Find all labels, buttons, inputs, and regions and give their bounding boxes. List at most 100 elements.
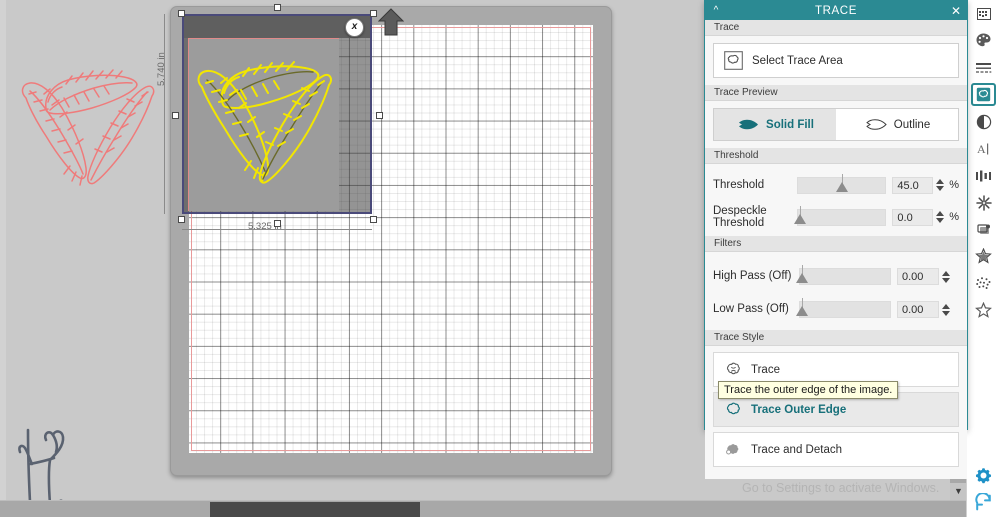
shadow-icon[interactable] (967, 216, 1000, 243)
collapse-chevron-up-icon[interactable]: ^ (705, 5, 727, 16)
trace-panel-header: ^ TRACE ✕ (705, 1, 967, 20)
section-body-threshold: Threshold 45.0 % Despeckle Threshold 0.0 (705, 164, 967, 236)
select-trace-area-label: Select Trace Area (752, 54, 843, 67)
outline-option[interactable]: Outline (836, 109, 958, 140)
trace-and-detach-icon (726, 444, 739, 455)
despeckle-spinner[interactable] (936, 211, 945, 223)
despeckle-slider-thumb[interactable] (793, 213, 806, 224)
trace-style-detach-label: Trace and Detach (751, 443, 842, 456)
resize-handle-sw[interactable] (178, 216, 185, 223)
high-pass-value[interactable]: 0.00 (897, 268, 939, 285)
image-pixel-icon[interactable] (967, 0, 1000, 27)
despeckle-threshold-slider[interactable] (793, 205, 887, 226)
section-header-trace-style: Trace Style (705, 330, 967, 346)
horizontal-scrollbar[interactable] (0, 500, 967, 517)
resize-handle-w[interactable] (172, 112, 179, 119)
despeckle-threshold-row: Despeckle Threshold 0.0 % (713, 202, 959, 232)
trace-icon[interactable] (967, 81, 1000, 108)
watermark-subtitle: Go to Settings to activate Windows. (742, 481, 940, 495)
high-pass-spinner-up[interactable] (942, 270, 950, 276)
trace-panel[interactable]: ^ TRACE ✕ Trace Select Trace Area Trace … (704, 0, 968, 479)
selection-height-label: 5.740 in (156, 52, 167, 86)
low-pass-slider[interactable] (796, 298, 891, 318)
star-outline-icon[interactable] (967, 297, 1000, 324)
despeckle-spinner-down[interactable] (936, 218, 945, 223)
threshold-spinner-up[interactable] (936, 179, 945, 184)
high-pass-slider[interactable] (796, 265, 891, 285)
trace-outer-edge-icon (726, 402, 740, 415)
threshold-value[interactable]: 45.0 (892, 176, 934, 194)
select-trace-area-button[interactable]: Select Trace Area (713, 43, 959, 78)
horizontal-scrollbar-thumb[interactable] (210, 502, 420, 517)
h-heart-doodle[interactable] (8, 412, 98, 512)
low-pass-spinner[interactable] (942, 303, 951, 316)
low-pass-slider-thumb[interactable] (796, 306, 808, 316)
align-icon[interactable] (967, 162, 1000, 189)
resize-handle-se[interactable] (370, 216, 377, 223)
contrast-icon[interactable] (967, 108, 1000, 135)
tooltip: Trace the outer edge of the image. (718, 381, 899, 399)
resize-handle-nw[interactable] (178, 10, 185, 17)
low-pass-row: Low Pass (Off) 0.00 (713, 295, 959, 324)
svg-text:A: A (977, 142, 986, 156)
effects-icon[interactable] (967, 189, 1000, 216)
despeckle-spinner-up[interactable] (936, 211, 945, 216)
resize-handle-e[interactable] (376, 112, 383, 119)
section-header-threshold: Threshold (705, 148, 967, 164)
right-tool-rail[interactable]: A (966, 0, 1000, 517)
threshold-label: Threshold (713, 178, 765, 191)
high-pass-spinner-down[interactable] (942, 277, 950, 283)
trace-style-detach-button[interactable]: Trace and Detach (713, 432, 959, 467)
color-palette-icon[interactable] (967, 27, 1000, 54)
despeckle-threshold-label: Despeckle Threshold (713, 204, 767, 230)
resize-handle-n[interactable] (274, 4, 281, 11)
trace-area-icon (724, 51, 743, 70)
section-body-trace-style: Trace Trace Outer Edge Trace and Detach (705, 346, 967, 479)
fish-outline-icon (865, 119, 887, 130)
sparkle-dots-icon[interactable] (967, 270, 1000, 297)
threshold-slider-thumb[interactable] (835, 181, 848, 192)
resize-handle-s[interactable] (274, 220, 281, 227)
solid-fill-label: Solid Fill (766, 118, 814, 131)
section-header-trace: Trace (705, 20, 967, 36)
settings-gear-icon[interactable] (967, 462, 1000, 489)
trace-style-icon (726, 362, 740, 375)
high-pass-label: High Pass (Off) (713, 270, 792, 283)
solid-fill-option[interactable]: Solid Fill (714, 109, 836, 140)
despeckle-threshold-value[interactable]: 0.0 (892, 208, 934, 226)
close-trace-selection-button[interactable]: x (345, 18, 364, 37)
text-style-icon[interactable]: A (967, 135, 1000, 162)
line-style-icon[interactable] (967, 54, 1000, 81)
threshold-spinner-down[interactable] (936, 186, 945, 191)
despeckle-threshold-unit: % (949, 211, 959, 223)
low-pass-spinner-up[interactable] (942, 303, 950, 309)
trace-selection-titlebar[interactable] (184, 16, 370, 38)
close-icon[interactable]: ✕ (945, 4, 967, 18)
threshold-slider[interactable] (796, 173, 887, 194)
trace-style-outer-edge-label: Trace Outer Edge (751, 403, 847, 416)
threshold-spinner[interactable] (936, 179, 945, 191)
low-pass-spinner-down[interactable] (942, 310, 950, 316)
outline-label: Outline (893, 118, 931, 131)
fish-solid-icon (739, 119, 759, 130)
trace-preview-image (188, 38, 339, 211)
trace-style-trace-label: Trace (751, 363, 780, 376)
low-pass-value[interactable]: 0.00 (897, 301, 939, 318)
high-pass-row: High Pass (Off) 0.00 (713, 262, 959, 291)
section-header-filters: Filters (705, 236, 967, 252)
resize-handle-ne[interactable] (370, 10, 377, 17)
threshold-row: Threshold 45.0 % (713, 172, 959, 198)
high-pass-spinner[interactable] (942, 270, 951, 283)
high-pass-slider-thumb[interactable] (796, 273, 808, 283)
section-body-trace: Select Trace Area (705, 36, 967, 85)
threshold-unit: % (949, 179, 959, 191)
traced-feather-artwork[interactable] (4, 36, 164, 206)
selection-height-guide (164, 14, 165, 214)
scroll-down-button[interactable]: ▼ (950, 483, 967, 500)
star-filled-icon[interactable] (967, 243, 1000, 270)
sync-refresh-icon[interactable] (967, 489, 1000, 516)
mat-orientation-arrow-icon (378, 8, 404, 36)
trace-preview-toggle-group[interactable]: Solid Fill Outline (713, 108, 959, 141)
low-pass-label: Low Pass (Off) (713, 303, 789, 316)
trace-selection-overlay[interactable]: x (172, 4, 383, 227)
